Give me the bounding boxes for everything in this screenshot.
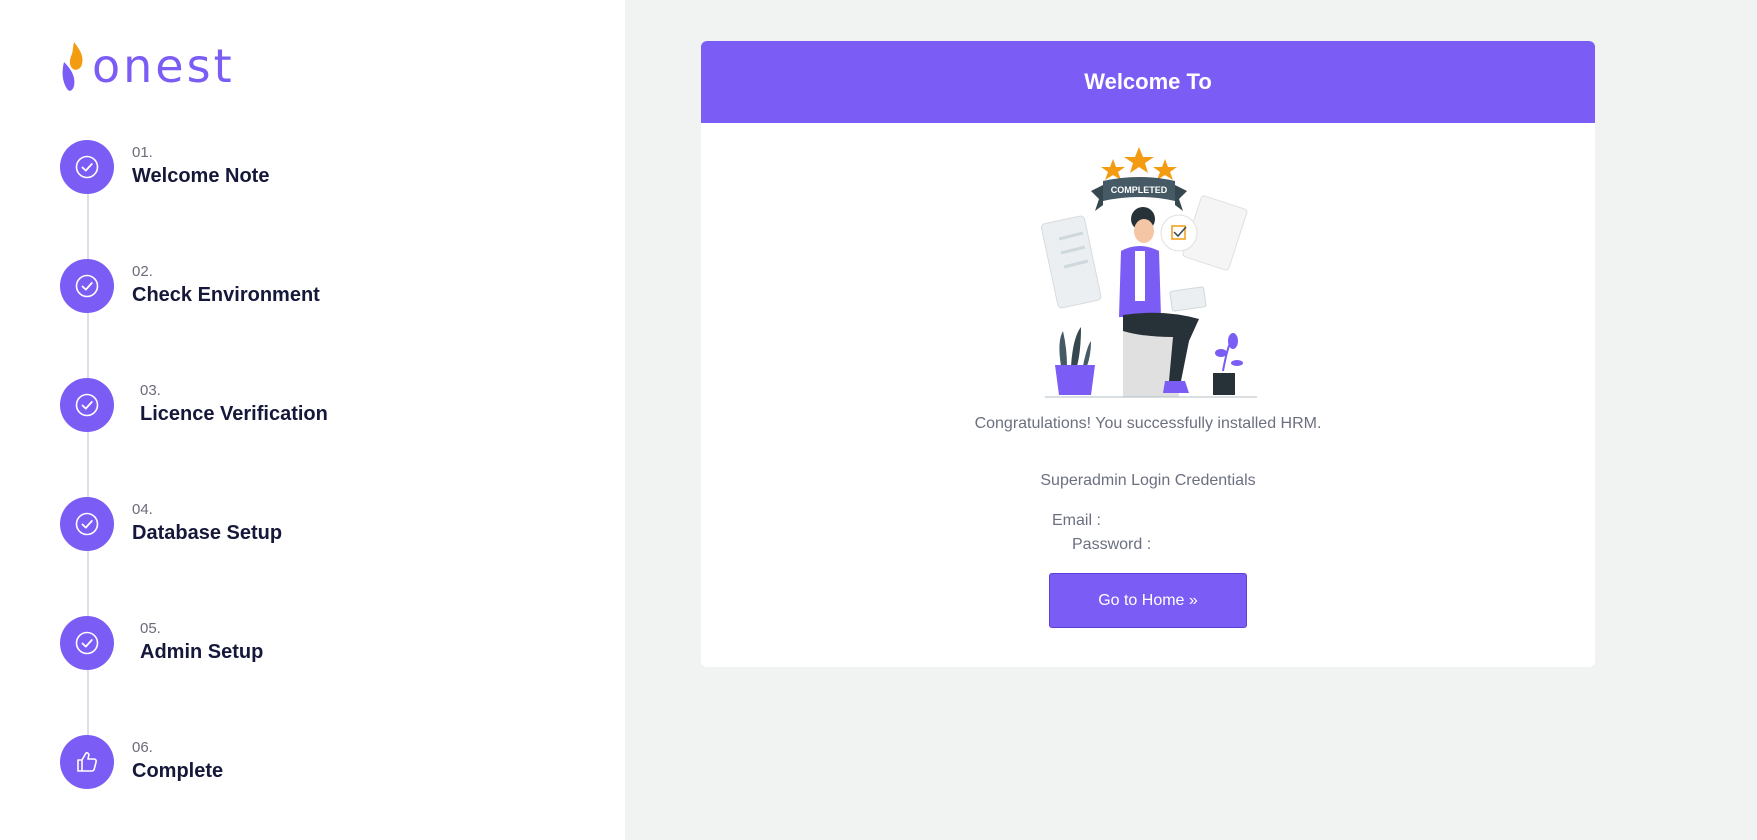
star-icon [1124, 147, 1154, 173]
step-status [60, 259, 114, 313]
check-circle-icon [75, 155, 99, 179]
step-title: Database Setup [132, 521, 283, 544]
credentials-title: Superadmin Login Credentials [1040, 472, 1256, 489]
step-status [60, 140, 114, 194]
brand-logo: onest [60, 40, 235, 92]
check-circle-icon [75, 393, 99, 417]
step-status [60, 378, 114, 432]
sidebar: onest 01. Welcome Note 02. Check Environ… [0, 0, 625, 840]
step-number: 02. [132, 263, 153, 281]
email-label: Email : [1052, 512, 1101, 529]
step-number: 06. [132, 739, 153, 757]
step-number: 05. [140, 620, 161, 638]
step-title: Licence Verification [140, 402, 328, 425]
step-title: Admin Setup [140, 640, 264, 663]
step-database-setup: 04. Database Setup [60, 497, 282, 551]
flame-logo-icon [62, 42, 83, 91]
step-complete: 06. Complete [60, 735, 223, 789]
go-to-home-button[interactable]: Go to Home » [1049, 573, 1247, 628]
step-status [60, 735, 114, 789]
step-check-environment: 02. Check Environment [60, 259, 320, 313]
step-status [60, 497, 114, 551]
step-status [60, 616, 114, 670]
star-icon [1153, 159, 1177, 180]
card-title: Welcome To [1084, 69, 1212, 94]
step-number: 01. [132, 144, 153, 162]
password-label: Password : [1072, 536, 1152, 553]
timeline-line [87, 167, 89, 762]
star-icon [1101, 159, 1125, 180]
step-title: Welcome Note [132, 164, 270, 187]
card-header: Welcome To [701, 41, 1595, 123]
step-welcome-note: 01. Welcome Note [60, 140, 269, 194]
completed-badge: COMPLETED [1111, 185, 1168, 195]
completed-illustration: COMPLETED [1040, 147, 1257, 398]
thumbs-up-icon [77, 752, 97, 772]
step-number: 03. [140, 382, 161, 400]
check-circle-icon [75, 631, 99, 655]
congrats-message: Congratulations! You successfully instal… [974, 415, 1322, 432]
step-licence-verification: 03. Licence Verification [60, 378, 328, 432]
brand-name: onest [92, 39, 235, 93]
check-circle-icon [75, 274, 99, 298]
step-title: Complete [132, 759, 224, 782]
step-number: 04. [132, 501, 153, 519]
step-admin-setup: 05. Admin Setup [60, 616, 263, 670]
check-circle-icon [75, 512, 99, 536]
welcome-card: Welcome To COMPLETED Congratulations! Yo… [701, 41, 1595, 667]
step-title: Check Environment [132, 283, 320, 306]
